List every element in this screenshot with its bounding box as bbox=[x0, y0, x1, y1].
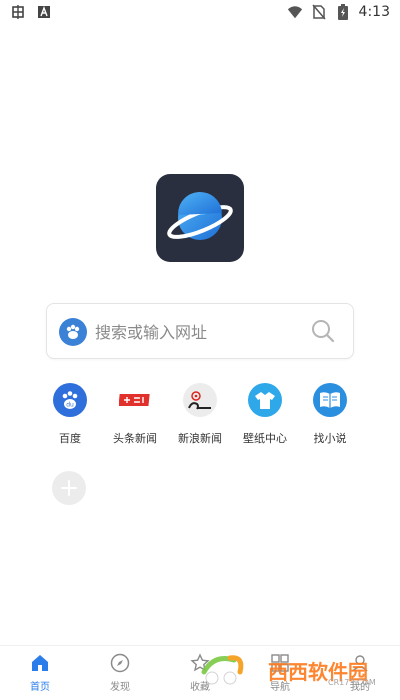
app-logo bbox=[156, 174, 244, 262]
no-sim-icon bbox=[311, 4, 327, 20]
shortcut-baidu[interactable]: du 百度 bbox=[40, 383, 100, 447]
nav-label: 发现 bbox=[110, 682, 130, 693]
plus-icon bbox=[61, 480, 77, 496]
shortcut-label: 壁纸中心 bbox=[243, 432, 287, 445]
status-time: 4:13 bbox=[358, 4, 390, 20]
shortcut-label: 新浪新闻 bbox=[178, 432, 222, 445]
nav-label: 首页 bbox=[30, 682, 50, 693]
search-box[interactable] bbox=[46, 303, 354, 359]
shortcut-sina[interactable]: 新浪新闻 bbox=[170, 383, 230, 447]
search-input[interactable] bbox=[93, 316, 307, 348]
shortcut-wallpaper[interactable]: 壁纸中心 bbox=[235, 383, 295, 447]
baidu-paw-icon[interactable] bbox=[59, 318, 87, 346]
shortcut-label: 百度 bbox=[59, 432, 81, 445]
watermark-sub: CR173.COM bbox=[328, 678, 376, 687]
compass-icon bbox=[109, 652, 131, 674]
shortcut-label: 找小说 bbox=[313, 432, 347, 445]
home-icon bbox=[29, 652, 51, 674]
shortcut-label: 头条新闻 bbox=[113, 432, 157, 445]
toutiao-icon bbox=[118, 383, 152, 417]
search-icon[interactable] bbox=[311, 319, 335, 343]
svg-text:du: du bbox=[66, 402, 74, 409]
shirt-icon bbox=[248, 383, 282, 417]
bug-icon bbox=[10, 4, 26, 20]
wifi-icon bbox=[287, 4, 303, 20]
battery-icon bbox=[335, 4, 351, 20]
book-icon bbox=[313, 383, 347, 417]
sina-icon bbox=[183, 383, 217, 417]
add-shortcut-button[interactable] bbox=[52, 471, 86, 505]
watermark-logo: 西西软件园 CR173.COM bbox=[200, 650, 380, 690]
nav-discover[interactable]: 发现 bbox=[90, 652, 150, 693]
status-bar: 4:13 bbox=[0, 0, 400, 26]
shortcut-toutiao[interactable]: 头条新闻 bbox=[105, 383, 165, 447]
watermark-swoosh-icon bbox=[201, 655, 244, 685]
planet-icon bbox=[167, 191, 233, 240]
nav-home[interactable]: 首页 bbox=[10, 652, 70, 693]
font-icon bbox=[36, 4, 52, 20]
baidu-icon: du bbox=[53, 383, 87, 417]
shortcut-novel[interactable]: 找小说 bbox=[300, 383, 360, 447]
